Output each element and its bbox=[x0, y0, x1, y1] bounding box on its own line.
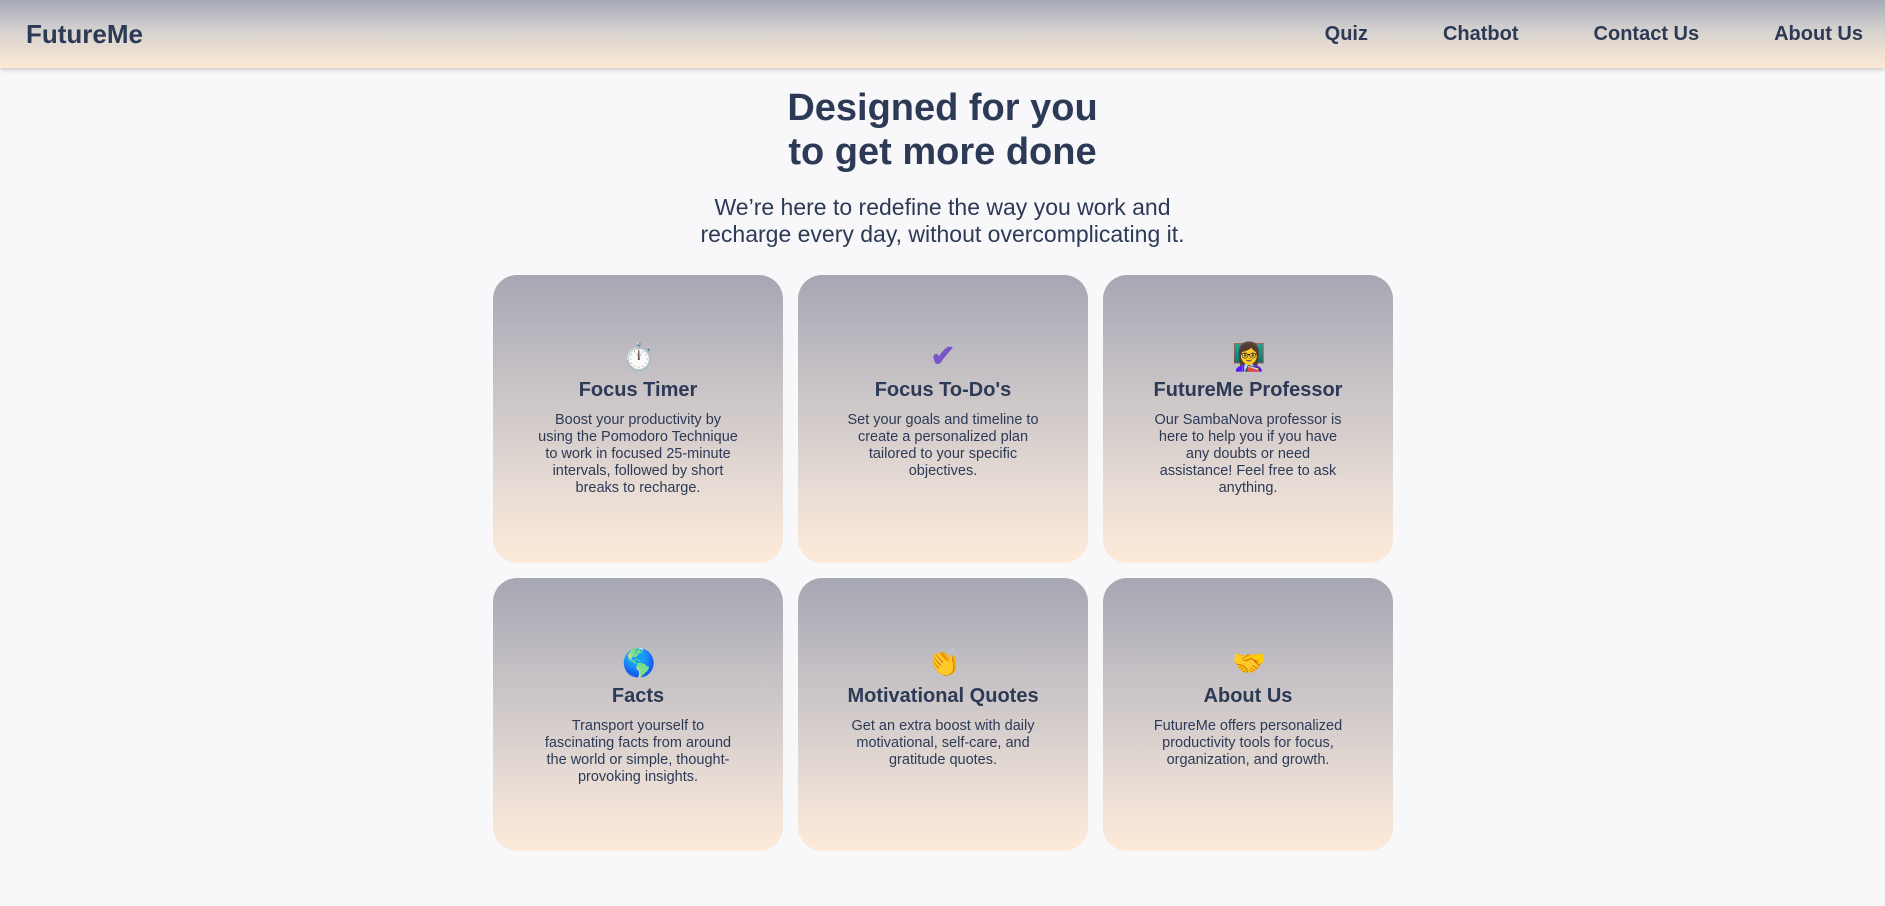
nav-links: Quiz Chatbot Contact Us About Us bbox=[1250, 23, 1863, 46]
card-about-us[interactable]: 🤝 About Us FutureMe offers personalized … bbox=[1103, 578, 1393, 851]
card-motivational-quotes[interactable]: 👏 Motivational Quotes Get an extra boost… bbox=[798, 578, 1088, 851]
card-focus-timer[interactable]: ⏱️ Focus Timer Boost your productivity b… bbox=[493, 275, 783, 563]
card-title: FutureMe Professor bbox=[1153, 379, 1343, 401]
card-description: Set your goals and timeline to create a … bbox=[847, 412, 1039, 479]
page-title-line-2: to get more done bbox=[788, 131, 1097, 173]
card-description: Our SambaNova professor is here to help … bbox=[1154, 412, 1342, 496]
card-title: Motivational Quotes bbox=[847, 685, 1039, 707]
card-title: Facts bbox=[611, 685, 665, 707]
handshake-icon: 🤝 bbox=[1232, 648, 1266, 678]
card-description: Boost your productivity by using the Pom… bbox=[538, 412, 738, 496]
page-title-line-1: Designed for you bbox=[787, 87, 1098, 129]
hero-section: Designed for you to get more done We’re … bbox=[0, 86, 1885, 248]
card-description: Transport yourself to fascinating facts … bbox=[544, 718, 732, 785]
page-subtitle: We’re here to redefine the way you work … bbox=[0, 194, 1885, 248]
page-title: Designed for you to get more done bbox=[0, 86, 1885, 174]
navbar: FutureMe Quiz Chatbot Contact Us About U… bbox=[0, 0, 1885, 68]
feature-grid: ⏱️ Focus Timer Boost your productivity b… bbox=[493, 275, 1393, 851]
card-focus-todos[interactable]: ✔ Focus To-Do's Set your goals and timel… bbox=[798, 275, 1088, 563]
professor-icon: 👩‍🏫 bbox=[1232, 342, 1266, 372]
globe-icon: 🌎 bbox=[622, 648, 656, 678]
brand-logo[interactable]: FutureMe bbox=[26, 19, 143, 50]
nav-link-contact-us[interactable]: Contact Us bbox=[1594, 23, 1700, 46]
stopwatch-icon: ⏱️ bbox=[622, 342, 656, 372]
card-description: Get an extra boost with daily motivation… bbox=[851, 718, 1035, 768]
card-futureme-professor[interactable]: 👩‍🏫 FutureMe Professor Our SambaNova pro… bbox=[1103, 275, 1393, 563]
card-title: Focus To-Do's bbox=[874, 379, 1012, 401]
page-subtitle-line-1: We’re here to redefine the way you work … bbox=[714, 194, 1171, 220]
card-description: FutureMe offers personalized productivit… bbox=[1153, 718, 1343, 768]
checkmark-icon: ✔ bbox=[930, 340, 956, 373]
nav-link-chatbot[interactable]: Chatbot bbox=[1443, 23, 1519, 46]
nav-link-about-us[interactable]: About Us bbox=[1774, 23, 1863, 46]
card-facts[interactable]: 🌎 Facts Transport yourself to fascinatin… bbox=[493, 578, 783, 851]
card-title: Focus Timer bbox=[578, 379, 698, 401]
clapping-hands-icon: 👏 bbox=[927, 648, 961, 678]
card-title: About Us bbox=[1203, 685, 1293, 707]
nav-link-quiz[interactable]: Quiz bbox=[1325, 23, 1368, 46]
page-subtitle-line-2: recharge every day, without overcomplica… bbox=[700, 221, 1185, 247]
